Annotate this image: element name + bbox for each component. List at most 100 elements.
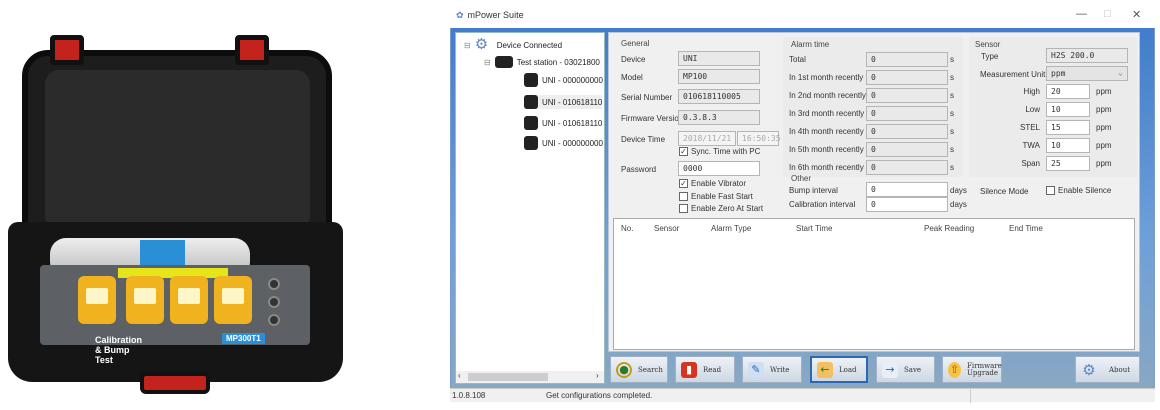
knob <box>268 296 280 308</box>
load-label: Load <box>839 365 857 374</box>
minimize-button[interactable]: — <box>1076 8 1087 20</box>
sensor-threshold-unit: ppm <box>1096 105 1112 114</box>
column-header[interactable]: Peak Reading <box>924 224 974 233</box>
save-button[interactable]: → Save <box>876 356 935 383</box>
device-field: UNI <box>678 51 760 66</box>
scroll-left-arrow[interactable]: ‹ <box>458 371 461 380</box>
alarm-row-label: In 5th month recently <box>789 145 864 154</box>
zero-at-start-label: Enable Zero At Start <box>691 204 764 213</box>
model-label: Model <box>621 73 643 82</box>
knob <box>268 278 280 290</box>
alarm-row-value: 0 <box>866 88 948 103</box>
alarm-records-table[interactable]: No. Sensor Alarm Type Start Time Peak Re… <box>613 218 1135 350</box>
firmware-upgrade-button[interactable]: ⇧ Firmware Upgrade <box>942 356 1002 383</box>
alarm-row-label: In 4th month recently <box>789 127 864 136</box>
tree-device[interactable]: UNI - 010618110 <box>524 95 603 109</box>
checkbox-icon <box>1046 186 1055 195</box>
fast-start-checkbox[interactable]: Enable Fast Start <box>679 192 753 201</box>
tree-horizontal-scrollbar[interactable]: ‹ › <box>456 371 604 383</box>
load-button[interactable]: ← Load <box>810 356 868 383</box>
password-input[interactable]: 0000 <box>678 161 760 176</box>
sensor-type-field: H2S 200.0 <box>1046 48 1128 63</box>
close-button[interactable]: ✕ <box>1132 8 1141 21</box>
tree-root[interactable]: ⊟ ⚙ Device Connected <box>464 37 562 53</box>
sensor-threshold-label: Span <box>1021 159 1040 168</box>
scroll-thumb[interactable] <box>468 373 548 381</box>
measurement-unit-select[interactable]: ppm ⌄ <box>1046 66 1128 81</box>
device-time-label: Device Time <box>621 135 666 144</box>
gas-detector <box>126 276 164 324</box>
zero-at-start-checkbox[interactable]: Enable Zero At Start <box>679 204 763 213</box>
sensor-threshold-unit: ppm <box>1096 123 1112 132</box>
sensor-threshold-unit: ppm <box>1096 87 1112 96</box>
vibrator-label: Enable Vibrator <box>691 179 746 188</box>
checkbox-icon <box>679 204 688 213</box>
vibrator-checkbox[interactable]: ✓ Enable Vibrator <box>679 179 746 188</box>
alarm-row-label: In 2nd month recently <box>789 91 866 100</box>
detector-icon <box>524 116 538 130</box>
column-header[interactable]: End Time <box>1009 224 1043 233</box>
sensor-threshold-input[interactable]: 25 <box>1046 156 1090 171</box>
measurement-unit-value: ppm <box>1051 69 1066 78</box>
bump-interval-input[interactable]: 0 <box>866 182 948 197</box>
sensor-title: Sensor <box>975 40 1001 49</box>
tree-device-label: UNI - 000000000 <box>542 75 603 85</box>
sensor-threshold-label: High <box>1023 87 1040 96</box>
case-latch <box>50 35 84 65</box>
tree-device[interactable]: UNI - 010618110 <box>524 116 602 130</box>
device-time-spinner[interactable]: 16:50:35 <box>737 131 781 146</box>
alarm-row-value: 0 <box>866 52 948 67</box>
tree-station[interactable]: ⊟ Test station - 03021800 <box>484 56 600 68</box>
save-label: Save <box>904 365 922 374</box>
column-header[interactable]: No. <box>621 224 633 233</box>
sync-time-label: Sync. Time with PC <box>691 147 761 156</box>
device-date-picker[interactable]: 2018/11/21 <box>678 131 736 146</box>
calibration-interval-label: Calibration interval <box>789 200 856 209</box>
bump-interval-label: Bump interval <box>789 186 838 195</box>
column-header[interactable]: Alarm Type <box>711 224 751 233</box>
column-header[interactable]: Sensor <box>654 224 679 233</box>
model-field: MP100 <box>678 69 760 84</box>
model-badge: MP300T1 <box>222 333 265 344</box>
about-label: About <box>1109 365 1131 374</box>
save-arrow-icon: → <box>882 361 898 378</box>
scroll-right-arrow[interactable]: › <box>596 371 599 380</box>
collapse-icon[interactable]: ⊟ <box>484 58 491 67</box>
status-bar: 1.0.8.108 Get configurations completed. <box>450 388 1155 403</box>
maximize-button[interactable]: □ <box>1104 8 1111 20</box>
case-lid-inner <box>45 70 310 230</box>
panel-text: Calibration & Bump Test <box>95 335 143 365</box>
sync-time-checkbox[interactable]: ✓ Sync. Time with PC <box>679 147 760 156</box>
checkbox-icon <box>679 192 688 201</box>
column-header[interactable]: Start Time <box>796 224 832 233</box>
station-icon <box>494 56 513 68</box>
fast-start-label: Enable Fast Start <box>691 192 753 201</box>
app-icon: ✿ <box>456 9 464 20</box>
tree-device[interactable]: UNI - 000000000 <box>524 73 603 87</box>
calibration-interval-input[interactable]: 0 <box>866 197 948 212</box>
alarm-row-value: 0 <box>866 142 948 157</box>
sensor-threshold-input[interactable]: 15 <box>1046 120 1090 135</box>
read-button[interactable]: ▮ Read <box>675 356 735 383</box>
write-pencil-icon: ✎ <box>748 361 764 378</box>
alarm-row-value: 0 <box>866 70 948 85</box>
sensor-threshold-input[interactable]: 20 <box>1046 84 1090 99</box>
alarm-row-unit: s <box>950 145 954 154</box>
tree-device[interactable]: UNI - 000000000 <box>524 136 603 150</box>
window-title: mPower Suite <box>467 10 524 20</box>
enable-silence-checkbox[interactable]: Enable Silence <box>1046 186 1111 195</box>
alarm-row-label: In 3rd month recently <box>789 109 865 118</box>
alarm-row-unit: s <box>950 91 954 100</box>
tree-device-label: UNI - 010618110 <box>542 118 603 128</box>
search-button[interactable]: ● Search <box>610 356 668 383</box>
load-arrow-icon: ← <box>817 361 833 378</box>
collapse-icon[interactable]: ⊟ <box>464 41 471 50</box>
device-tree[interactable]: ⊟ ⚙ Device Connected ⊟ Test station - 03… <box>455 32 605 384</box>
alarm-row-unit: s <box>950 55 954 64</box>
checkbox-icon: ✓ <box>679 147 688 156</box>
write-button[interactable]: ✎ Write <box>742 356 802 383</box>
sensor-threshold-input[interactable]: 10 <box>1046 138 1090 153</box>
sensor-threshold-input[interactable]: 10 <box>1046 102 1090 117</box>
about-button[interactable]: ⚙ About <box>1075 356 1140 383</box>
tree-device-label: UNI - 010618110 <box>542 97 603 107</box>
